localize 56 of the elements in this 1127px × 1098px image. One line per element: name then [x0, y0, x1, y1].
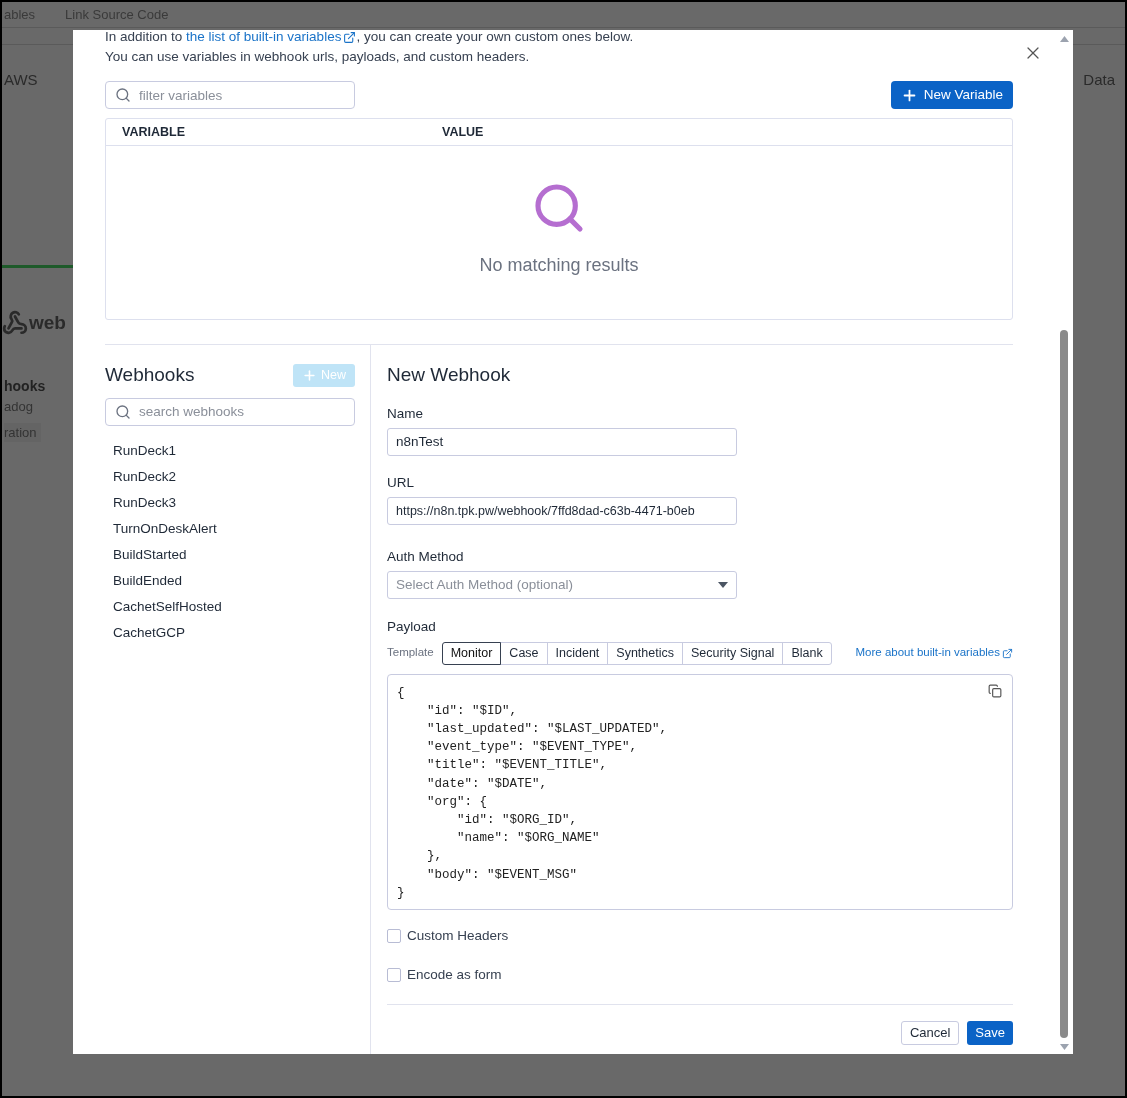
scroll-up-arrow-icon[interactable]: [1059, 36, 1069, 42]
search-icon: [115, 87, 131, 103]
column-header: VALUE: [442, 123, 484, 141]
payload-code: { "id": "$ID", "last_updated": "$LAST_UPDATED", "event_type": "$EVENT_TYPE", "title": "$EVENT_TITLE", "date": "$DATE", "org": { "id": "$ORG_ID", "name": "$ORG_NAME" }, "body": "$EVENT_MSG" }: [397, 684, 668, 902]
column-header: VARIABLE: [121, 123, 186, 141]
save-button[interactable]: Save: [967, 1021, 1013, 1045]
intro-text: In addition to the list of built-in variables , you can create your own custom ones below.: [105, 30, 1013, 47]
checkbox-label: Encode as form: [407, 965, 502, 984]
intro-text: You can use variables in webhook urls, payloads, and custom headers.: [105, 48, 531, 66]
select-placeholder: Select Auth Method (optional): [396, 576, 574, 595]
plus-icon: [302, 367, 317, 383]
template-tab[interactable]: Security Signal: [682, 641, 784, 665]
name-field[interactable]: n8nTest: [387, 427, 737, 456]
checkbox[interactable]: [387, 967, 401, 982]
external-link-icon: [343, 30, 357, 44]
webhook-list-item[interactable]: RunDeck2: [105, 463, 355, 490]
field-label: URL: [387, 473, 415, 492]
template-tab[interactable]: Case: [500, 641, 548, 665]
field-label: Payload: [387, 618, 437, 637]
webhook-list-item[interactable]: CachetGCP: [105, 619, 355, 646]
template-label: Template: [387, 645, 434, 661]
copy-icon[interactable]: [988, 683, 1002, 698]
empty-state-message: No matching results: [479, 254, 639, 277]
webhook-list-item[interactable]: RunDeck1: [105, 437, 355, 464]
url-field[interactable]: https://n8n.tpk.pw/webhook/7ffd8dad-c63b-4471-b0eb: [387, 497, 737, 525]
field-label: Auth Method: [387, 548, 465, 566]
template-tab[interactable]: Blank: [782, 641, 832, 665]
webhook-list-item[interactable]: BuildStarted: [105, 541, 355, 568]
cancel-button[interactable]: Cancel: [900, 1021, 960, 1045]
template-tab[interactable]: Synthetics: [607, 641, 683, 665]
background-card-title: hooks: [4, 377, 46, 396]
webhook-list-item[interactable]: RunDeck3: [105, 489, 355, 516]
webhook-list-item[interactable]: BuildEnded: [105, 567, 355, 594]
checkbox[interactable]: [387, 928, 401, 943]
built-in-variables-link[interactable]: More about built-in variables: [855, 644, 1013, 662]
filter-variables-field[interactable]: filter variables: [105, 81, 355, 109]
template-tab[interactable]: Incident: [546, 641, 609, 665]
payload-editor[interactable]: { "id": "$ID", "last_updated": "$LAST_UPDATED", "event_type": "$EVENT_TYPE", "title": "$EVENT_TITLE", "date": "$DATE", "org": { "id": "$ORG_ID", "name": "$ORG_NAME" }, "body": "$EVENT_MSG" }: [387, 673, 1013, 910]
webhooks-title: Webhooks: [105, 363, 195, 387]
background-filter: Data: [1083, 69, 1115, 90]
external-link-icon: [1002, 647, 1013, 659]
search-icon: [115, 403, 131, 420]
scroll-down-arrow-icon[interactable]: [1059, 1044, 1069, 1050]
form-title: New Webhook: [387, 363, 512, 387]
checkbox-label: Custom Headers: [407, 926, 509, 945]
built-in-variables-link[interactable]: the list of built-in variables: [186, 30, 357, 47]
webhook-list-item[interactable]: CachetSelfHosted: [105, 593, 355, 620]
background-filter: AWS: [4, 69, 38, 90]
scrollbar-thumb[interactable]: [1060, 330, 1068, 1038]
new-variable-button[interactable]: New Variable: [890, 81, 1013, 109]
template-tab[interactable]: Monitor: [441, 641, 502, 665]
caret-icon: [718, 582, 728, 589]
webhook-list-item[interactable]: TurnOnDeskAlert: [105, 515, 355, 542]
search-webhooks-field[interactable]: search webhooks: [105, 397, 355, 426]
field-label: Name: [387, 404, 424, 423]
background-logo-text: web: [29, 310, 66, 335]
